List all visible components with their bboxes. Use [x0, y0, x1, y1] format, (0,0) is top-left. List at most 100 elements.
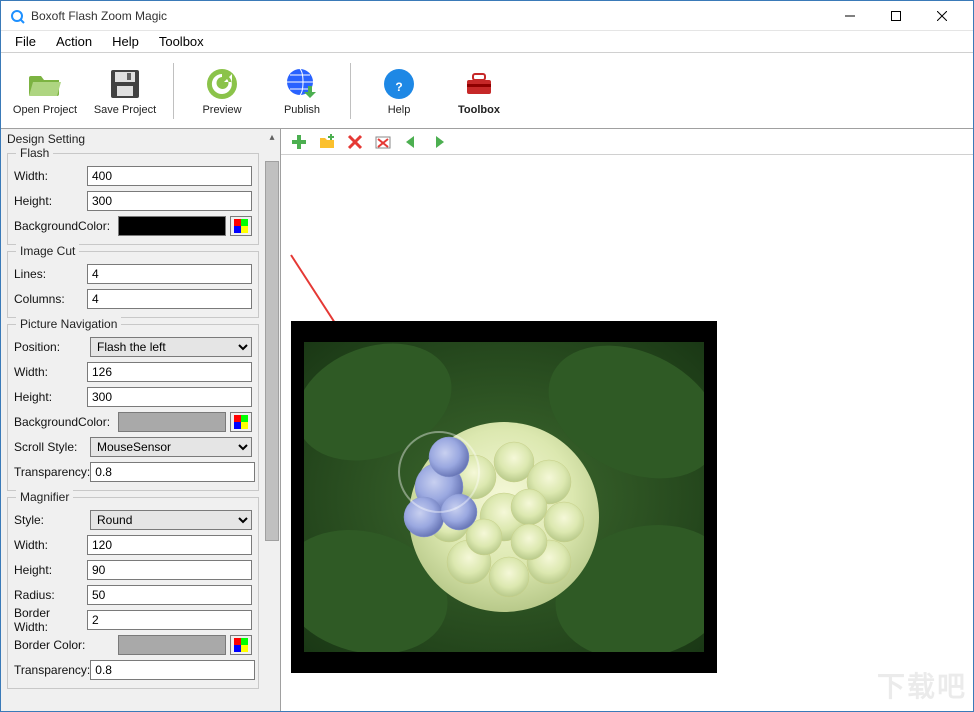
- folder-open-icon: [27, 66, 63, 102]
- mag-style-label: Style:: [14, 513, 90, 527]
- flash-width-label: Width:: [14, 169, 87, 183]
- picnav-bgcolor-label: BackgroundColor:: [14, 415, 118, 429]
- menu-help[interactable]: Help: [102, 32, 149, 51]
- color-palette-icon: [234, 219, 248, 233]
- toolbox-icon: [461, 66, 497, 102]
- mag-style-select[interactable]: Round: [90, 510, 252, 530]
- imagecut-legend: Image Cut: [16, 244, 79, 258]
- arrow-left-icon: [402, 133, 420, 151]
- toolbar-separator: [173, 63, 174, 119]
- plus-icon: [290, 133, 308, 151]
- preview-frame: [291, 321, 717, 673]
- mag-radius-label: Radius:: [14, 588, 87, 602]
- picnav-width-label: Width:: [14, 365, 87, 379]
- lines-input[interactable]: [87, 264, 252, 284]
- save-project-button[interactable]: Save Project: [89, 58, 161, 124]
- sidebar-scrollbar[interactable]: ▴: [264, 129, 280, 711]
- position-label: Position:: [14, 340, 90, 354]
- scrollstyle-select[interactable]: MouseSensor: [90, 437, 252, 457]
- menubar: File Action Help Toolbox: [1, 31, 973, 53]
- flash-bgcolor-swatch[interactable]: [118, 216, 226, 236]
- columns-input[interactable]: [87, 289, 252, 309]
- color-palette-icon: [234, 415, 248, 429]
- svg-text:?: ?: [395, 80, 402, 94]
- sidebar: Design Setting Flash Width: Height: Back…: [1, 129, 281, 711]
- maximize-button[interactable]: [873, 1, 919, 31]
- main-toolbar: Open Project Save Project Preview Publis…: [1, 53, 973, 129]
- open-project-button[interactable]: Open Project: [9, 58, 81, 124]
- help-icon: ?: [381, 66, 417, 102]
- globe-upload-icon: [284, 66, 320, 102]
- arrow-right-icon: [430, 133, 448, 151]
- picnav-transparency-input[interactable]: [90, 462, 255, 482]
- next-button[interactable]: [429, 132, 449, 152]
- scrollstyle-label: Scroll Style:: [14, 440, 90, 454]
- flash-bgcolor-picker-button[interactable]: [230, 216, 252, 236]
- toolbar-separator: [350, 63, 351, 119]
- canvas-body[interactable]: 下载吧: [281, 155, 973, 711]
- menu-file[interactable]: File: [5, 32, 46, 51]
- canvas-toolbar: [281, 129, 973, 155]
- preview-button[interactable]: Preview: [186, 58, 258, 124]
- publish-button[interactable]: Publish: [266, 58, 338, 124]
- menu-action[interactable]: Action: [46, 32, 102, 51]
- clear-icon: [374, 133, 392, 151]
- main-area: Design Setting Flash Width: Height: Back…: [1, 129, 973, 711]
- watermark: 下载吧: [877, 665, 967, 705]
- flash-height-input[interactable]: [87, 191, 252, 211]
- color-palette-icon: [234, 638, 248, 652]
- add-folder-button[interactable]: [317, 132, 337, 152]
- picnav-group: Picture Navigation Position: Flash the l…: [7, 324, 259, 491]
- mag-height-label: Height:: [14, 563, 87, 577]
- close-button[interactable]: [919, 1, 965, 31]
- clear-button[interactable]: [373, 132, 393, 152]
- canvas-area: 下载吧: [281, 129, 973, 711]
- picnav-bgcolor-swatch[interactable]: [118, 412, 226, 432]
- mag-bcolor-picker-button[interactable]: [230, 635, 252, 655]
- mag-bwidth-input[interactable]: [87, 610, 252, 630]
- flash-width-input[interactable]: [87, 166, 252, 186]
- window-title: Boxoft Flash Zoom Magic: [31, 9, 827, 23]
- columns-label: Columns:: [14, 292, 87, 306]
- picnav-height-label: Height:: [14, 390, 87, 404]
- scroll-thumb[interactable]: [265, 161, 279, 541]
- flash-legend: Flash: [16, 146, 53, 160]
- mag-bcolor-swatch[interactable]: [118, 635, 226, 655]
- flash-bgcolor-label: BackgroundColor:: [14, 219, 118, 233]
- menu-toolbox[interactable]: Toolbox: [149, 32, 214, 51]
- flash-height-label: Height:: [14, 194, 87, 208]
- titlebar: Boxoft Flash Zoom Magic: [1, 1, 973, 31]
- scroll-up-icon[interactable]: ▴: [265, 129, 279, 145]
- refresh-icon: [204, 66, 240, 102]
- floppy-icon: [107, 66, 143, 102]
- app-icon: [9, 8, 25, 24]
- mag-width-input[interactable]: [87, 535, 252, 555]
- mag-height-input[interactable]: [87, 560, 252, 580]
- preview-image: [304, 342, 704, 652]
- add-image-button[interactable]: [289, 132, 309, 152]
- prev-button[interactable]: [401, 132, 421, 152]
- mag-transparency-input[interactable]: [90, 660, 255, 680]
- folder-plus-icon: [318, 133, 336, 151]
- help-button[interactable]: ? Help: [363, 58, 435, 124]
- x-icon: [346, 133, 364, 151]
- position-select[interactable]: Flash the left: [90, 337, 252, 357]
- toolbox-button[interactable]: Toolbox: [443, 58, 515, 124]
- minimize-button[interactable]: [827, 1, 873, 31]
- picnav-bgcolor-picker-button[interactable]: [230, 412, 252, 432]
- delete-button[interactable]: [345, 132, 365, 152]
- imagecut-group: Image Cut Lines: Columns:: [7, 251, 259, 318]
- mag-transparency-label: Transparency:: [14, 663, 90, 677]
- flash-group: Flash Width: Height: BackgroundColor:: [7, 153, 259, 245]
- picnav-width-input[interactable]: [87, 362, 252, 382]
- magnifier-legend: Magnifier: [16, 490, 73, 504]
- picnav-legend: Picture Navigation: [16, 317, 121, 331]
- mag-bwidth-label: Border Width:: [14, 606, 87, 634]
- lines-label: Lines:: [14, 267, 87, 281]
- mag-radius-input[interactable]: [87, 585, 252, 605]
- mag-bcolor-label: Border Color:: [14, 638, 118, 652]
- picnav-transparency-label: Transparency:: [14, 465, 90, 479]
- mag-width-label: Width:: [14, 538, 87, 552]
- magnifier-group: Magnifier Style: Round Width: Height: Ra…: [7, 497, 259, 689]
- picnav-height-input[interactable]: [87, 387, 252, 407]
